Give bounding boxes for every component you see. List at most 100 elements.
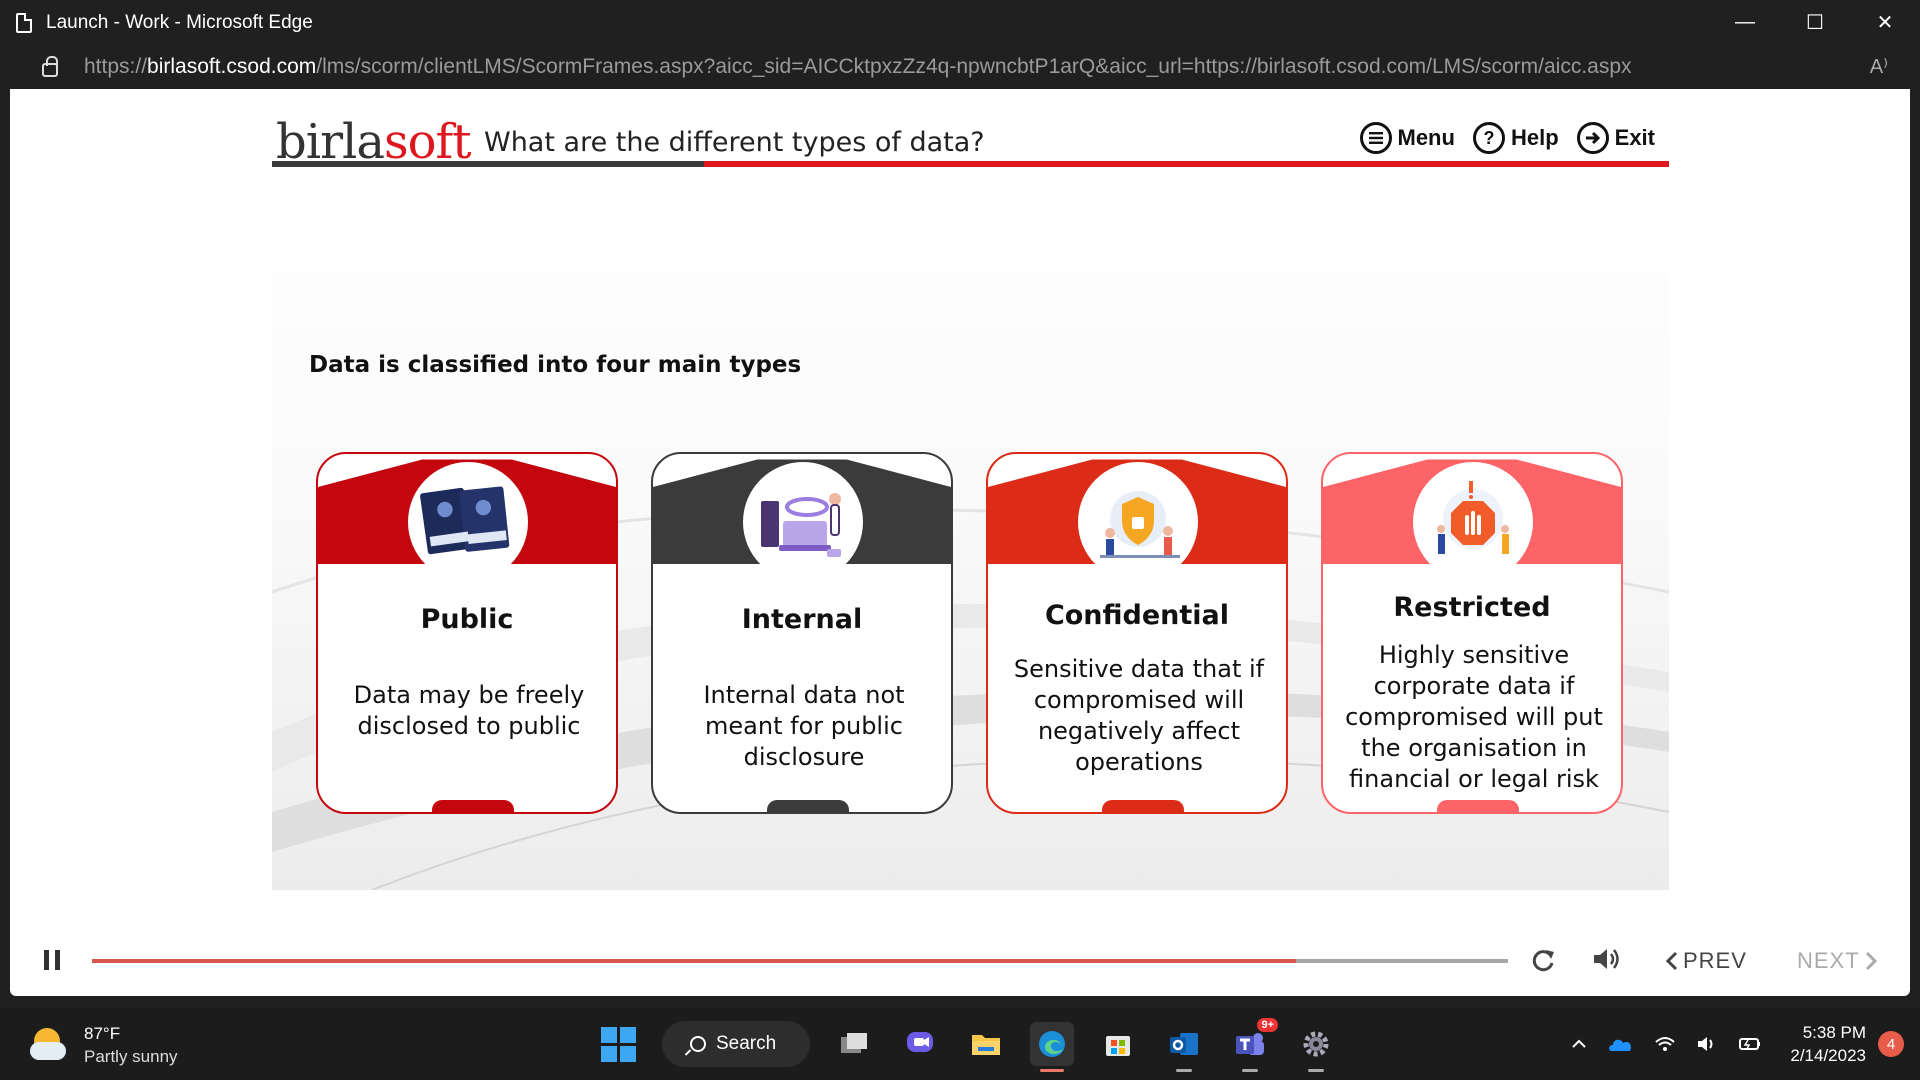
card-description: Internal data not meant for public discl… xyxy=(703,681,905,771)
close-button[interactable]: ✕ xyxy=(1850,0,1920,45)
url-host: birlasoft.csod.com xyxy=(147,55,317,78)
settings-icon[interactable] xyxy=(1294,1022,1338,1072)
onedrive-icon[interactable] xyxy=(1608,1035,1634,1053)
card-confidential[interactable]: Confidential Sensitive data that if comp… xyxy=(986,452,1288,814)
running-indicator xyxy=(1308,1069,1324,1072)
store-icon[interactable] xyxy=(1096,1022,1140,1066)
prev-button[interactable]: PREV xyxy=(1665,948,1747,974)
clock-time: 5:38 PM xyxy=(1802,1023,1866,1042)
exit-button[interactable]: Exit xyxy=(1576,122,1655,154)
notification-badge[interactable]: 4 xyxy=(1878,1031,1904,1057)
progress-bar[interactable] xyxy=(92,959,1508,963)
running-indicator xyxy=(1176,1069,1192,1072)
volume-tray-icon[interactable] xyxy=(1696,1035,1718,1053)
page-icon xyxy=(16,12,32,33)
minimize-button[interactable]: — xyxy=(1710,0,1780,45)
task-view-icon[interactable] xyxy=(832,1022,876,1066)
header-divider-dark xyxy=(272,161,704,167)
menu-icon xyxy=(1359,122,1392,154)
card-description: Sensitive data that if compromised will … xyxy=(1013,655,1265,776)
window-title: Launch - Work - Microsoft Edge xyxy=(46,11,313,33)
card-medallion xyxy=(1078,462,1198,582)
teams-badge: 9+ xyxy=(1257,1018,1278,1032)
next-button[interactable]: NEXT xyxy=(1797,948,1878,974)
system-tray: 5:38 PM 2/14/2023 4 xyxy=(1570,1008,1920,1080)
address-bar: https://birlasoft.csod.com/lms/scorm/cli… xyxy=(0,45,1920,89)
url-path: /lms/scorm/clientLMS/ScormFrames.aspx?ai… xyxy=(316,55,1632,78)
player-controls: PREV NEXT xyxy=(10,924,1910,984)
card-medallion xyxy=(1413,462,1533,582)
lock-icon[interactable] xyxy=(42,56,58,77)
security-shield-icon xyxy=(1088,477,1188,567)
pause-icon[interactable] xyxy=(44,950,60,970)
chat-icon[interactable] xyxy=(898,1022,942,1066)
help-button[interactable]: ? Help xyxy=(1472,122,1559,154)
partly-sunny-icon xyxy=(30,1026,68,1064)
progress-fill xyxy=(92,959,1296,963)
exit-icon xyxy=(1576,122,1609,154)
teams-icon[interactable]: 9+ xyxy=(1228,1018,1278,1072)
chevron-right-icon xyxy=(1865,951,1877,971)
chevron-up-icon[interactable] xyxy=(1570,1035,1588,1053)
card-tab xyxy=(767,800,849,812)
card-title: Confidential xyxy=(1044,600,1230,631)
running-indicator xyxy=(1242,1069,1258,1072)
replay-icon[interactable] xyxy=(1530,946,1556,981)
card-medallion xyxy=(408,462,528,582)
menu-label: Menu xyxy=(1397,125,1455,150)
file-explorer-icon[interactable] xyxy=(964,1022,1008,1066)
window-titlebar: Launch - Work - Microsoft Edge — ☐ ✕ xyxy=(0,0,1920,45)
start-button[interactable] xyxy=(596,1022,640,1066)
card-description: Data may be freely disclosed to public xyxy=(353,681,585,740)
card-title: Restricted xyxy=(1393,592,1551,623)
active-indicator xyxy=(1040,1069,1064,1072)
clock-date: 2/14/2023 xyxy=(1790,1046,1866,1065)
help-icon: ? xyxy=(1472,122,1505,154)
search-icon xyxy=(690,1036,706,1052)
volume-icon[interactable] xyxy=(1592,946,1622,979)
stop-hand-icon xyxy=(1423,477,1523,567)
system-clock[interactable]: 5:38 PM 2/14/2023 xyxy=(1790,1021,1866,1067)
windows-icon xyxy=(600,1026,636,1062)
card-public[interactable]: Public Data may be freely disclosed to p… xyxy=(316,452,618,814)
slide-canvas: Data is classified into four main types … xyxy=(272,172,1669,890)
card-description: Highly sensitive corporate data if compr… xyxy=(1345,641,1603,793)
card-tab xyxy=(1102,800,1184,812)
taskbar-search[interactable]: Search xyxy=(662,1021,810,1067)
chevron-left-icon xyxy=(1665,951,1678,971)
url-prefix: https:// xyxy=(84,55,148,78)
card-title: Public xyxy=(420,604,514,635)
weather-widget[interactable]: 87°F Partly sunny xyxy=(30,1022,178,1068)
taskbar-apps: Search 9+ xyxy=(596,1018,1338,1072)
prev-label: PREV xyxy=(1683,948,1747,973)
edge-icon[interactable] xyxy=(1030,1022,1074,1072)
page-content: birlasoft What are the different types o… xyxy=(10,89,1910,996)
data-server-icon xyxy=(753,477,853,567)
card-tab xyxy=(1437,800,1519,812)
page-title: What are the different types of data? xyxy=(484,127,985,158)
battery-icon[interactable] xyxy=(1738,1035,1762,1053)
card-title: Internal xyxy=(741,604,863,635)
help-label: Help xyxy=(1510,125,1559,150)
card-medallion xyxy=(743,462,863,582)
menu-button[interactable]: Menu xyxy=(1359,122,1455,154)
header-divider-red xyxy=(704,161,1669,167)
outlook-icon[interactable] xyxy=(1162,1022,1206,1072)
business-books-icon xyxy=(418,477,518,567)
card-tab xyxy=(432,800,514,812)
card-internal[interactable]: Internal Internal data not meant for pub… xyxy=(651,452,953,814)
wifi-icon[interactable] xyxy=(1654,1035,1676,1053)
intro-text: Data is classified into four main types xyxy=(309,352,802,378)
url-field[interactable]: https://birlasoft.csod.com/lms/scorm/cli… xyxy=(84,55,1632,79)
maximize-button[interactable]: ☐ xyxy=(1780,0,1850,45)
card-restricted[interactable]: Restricted Highly sensitive corporate da… xyxy=(1321,452,1623,814)
read-aloud-icon[interactable]: A⁾ xyxy=(1870,54,1888,79)
window-controls: — ☐ ✕ xyxy=(1710,0,1920,45)
exit-label: Exit xyxy=(1614,125,1655,150)
weather-temp: 87°F xyxy=(84,1024,121,1043)
weather-condition: Partly sunny xyxy=(84,1047,178,1066)
taskbar: 87°F Partly sunny Search 9+ 5:38 PM 2/14… xyxy=(0,1008,1920,1080)
course-nav: Menu ? Help Exit xyxy=(1359,122,1655,154)
next-label: NEXT xyxy=(1797,948,1860,973)
search-label: Search xyxy=(716,1033,777,1054)
